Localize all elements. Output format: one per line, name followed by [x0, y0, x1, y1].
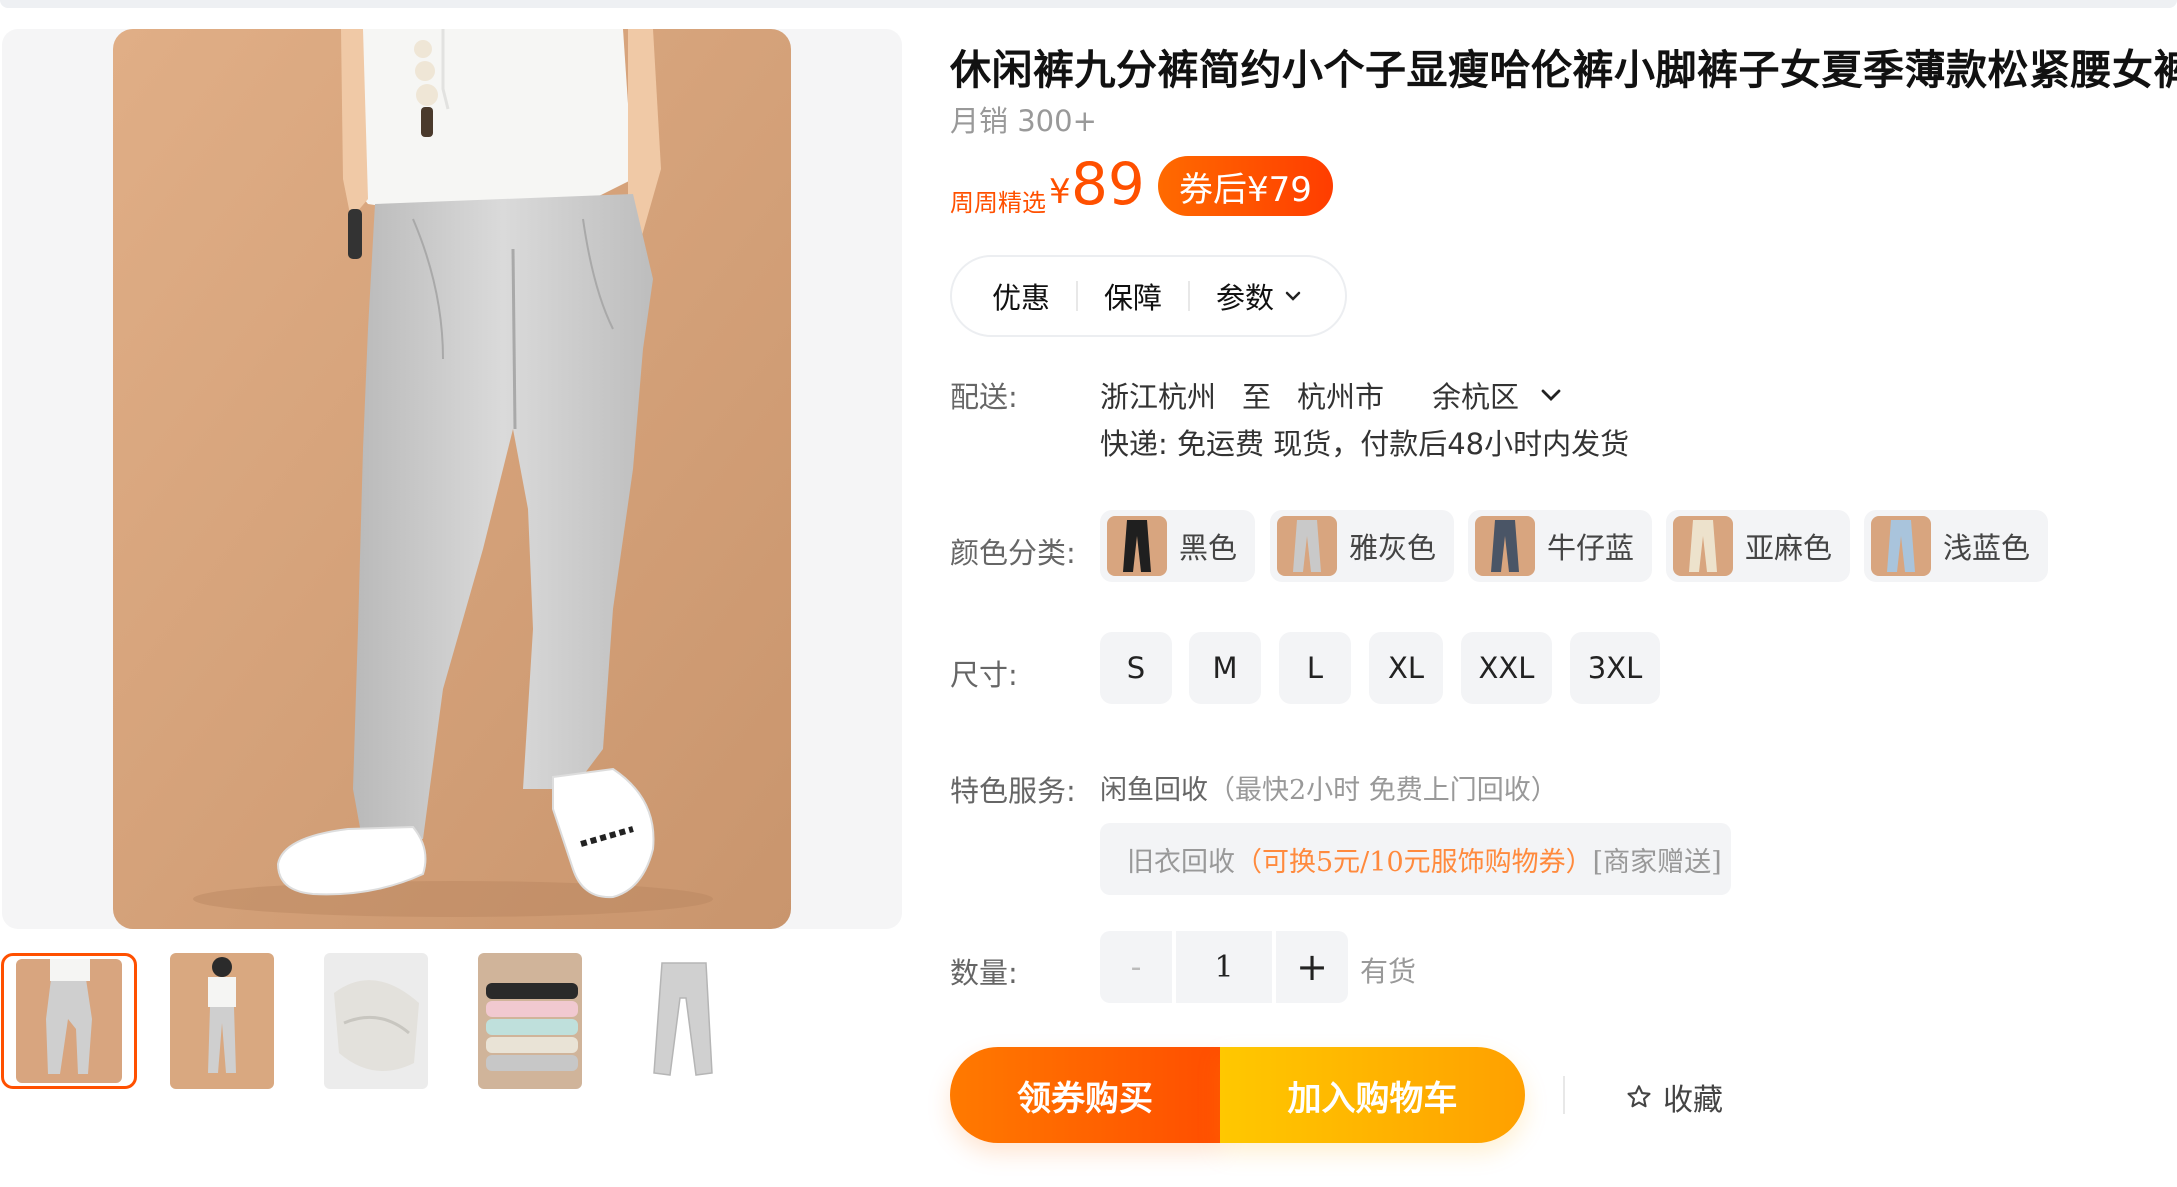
main-product-image[interactable]	[113, 29, 791, 929]
thumbnail-4[interactable]	[462, 953, 598, 1089]
delivery-detail: 快递: 免运费 现货，付款后48小时内发货	[1100, 427, 1630, 461]
delivery-district-select[interactable]: 余杭区	[1432, 374, 1519, 416]
tab-guarantee[interactable]: 保障	[1104, 275, 1162, 317]
size-option-l[interactable]: L	[1279, 632, 1351, 704]
color-swatch	[1475, 516, 1535, 576]
thumbnail-image	[170, 953, 274, 1089]
service-note: （最快2小时 免费上门回收）	[1208, 775, 1558, 806]
color-option-light-blue[interactable]: 浅蓝色	[1864, 510, 2049, 582]
size-label: 尺寸:	[950, 658, 1018, 692]
tab-divider	[1076, 281, 1079, 311]
recycle-suffix: [商家赠送]	[1592, 846, 1722, 878]
color-option-label: 牛仔蓝	[1547, 531, 1635, 565]
action-divider	[1563, 1076, 1565, 1114]
delivery-city-select[interactable]: 杭州市	[1297, 374, 1384, 416]
delivery-label: 配送:	[950, 380, 1018, 414]
color-option-black[interactable]: 黑色	[1100, 510, 1256, 582]
color-option-label: 浅蓝色	[1943, 531, 2031, 565]
color-swatch	[1673, 516, 1733, 576]
color-label: 颜色分类:	[950, 536, 1076, 570]
info-tabs: 优惠 保障 参数	[950, 255, 1347, 337]
coupon-buy-button[interactable]: 领券购买	[950, 1047, 1220, 1143]
recycle-prefix: 旧衣回收	[1127, 846, 1235, 878]
color-option-denim-blue[interactable]: 牛仔蓝	[1468, 510, 1653, 582]
recycle-offer: （可换5元/10元服饰购物券）	[1235, 846, 1593, 878]
favorite-label: 收藏	[1663, 1083, 1723, 1118]
tab-discount[interactable]: 优惠	[992, 275, 1050, 317]
size-option-s[interactable]: S	[1100, 632, 1172, 704]
color-option-label: 黑色	[1179, 531, 1238, 565]
favorite-button[interactable]: 收藏	[1625, 1075, 1723, 1119]
add-to-cart-button[interactable]: 加入购物车	[1220, 1047, 1525, 1143]
quantity-label: 数量:	[950, 956, 1018, 990]
quantity-input[interactable]: 1	[1176, 931, 1272, 1003]
thumbnail-image	[324, 953, 428, 1089]
size-option-m[interactable]: M	[1189, 632, 1261, 704]
price-value: 89	[1071, 150, 1145, 218]
tab-divider	[1188, 281, 1191, 311]
color-swatch	[1871, 516, 1931, 576]
size-option-xl[interactable]: XL	[1369, 632, 1443, 704]
delivery-from: 浙江杭州	[1100, 380, 1217, 414]
service-recycle[interactable]: 闲鱼回收（最快2小时 免费上门回收）	[1100, 768, 1558, 807]
stock-status: 有货	[1360, 955, 1417, 988]
clothes-recycle-option[interactable]: 旧衣回收 （可换5元/10元服饰购物券） [商家赠送]	[1100, 823, 1731, 895]
chevron-down-icon	[1285, 291, 1301, 301]
product-title: 休闲裤九分裤简约小个子显瘦哈伦裤小脚裤子女夏季薄款松紧腰女裤	[950, 46, 2177, 94]
price-tag-label: 周周精选	[950, 189, 1046, 217]
color-option-label: 雅灰色	[1349, 531, 1437, 565]
chevron-down-icon[interactable]	[1537, 381, 1565, 409]
service-label: 特色服务:	[950, 774, 1076, 808]
thumbnail-5[interactable]	[616, 953, 752, 1089]
delivery-to-word: 至	[1242, 380, 1272, 414]
thumbnail-1[interactable]	[1, 953, 137, 1089]
delivery-route: 浙江杭州 至 杭州市 余杭区	[1100, 374, 1565, 416]
thumbnail-2[interactable]	[154, 953, 290, 1089]
thumbnail-3[interactable]	[308, 953, 444, 1089]
thumbnail-image	[478, 953, 582, 1089]
main-image-frame	[2, 29, 902, 929]
top-bar	[0, 0, 2177, 8]
coupon-price-badge[interactable]: 券后¥79	[1158, 156, 1333, 216]
color-swatch	[1107, 516, 1167, 576]
service-name: 闲鱼回收	[1100, 775, 1208, 806]
monthly-sales: 月销 300+	[950, 104, 1097, 138]
color-option-linen[interactable]: 亚麻色	[1666, 510, 1851, 582]
price-currency: ¥	[1049, 172, 1071, 212]
size-option-xxl[interactable]: XXL	[1461, 632, 1552, 704]
quantity-increase-button[interactable]: +	[1276, 931, 1348, 1003]
size-option-3xl[interactable]: 3XL	[1570, 632, 1660, 704]
thumbnail-image	[632, 953, 736, 1089]
color-option-grey[interactable]: 雅灰色	[1270, 510, 1455, 582]
star-icon	[1627, 1085, 1651, 1108]
tab-parameters[interactable]: 参数	[1216, 275, 1304, 317]
color-swatch	[1277, 516, 1337, 576]
color-option-label: 亚麻色	[1745, 531, 1833, 565]
quantity-decrease-button[interactable]: -	[1100, 931, 1172, 1003]
thumbnail-image	[16, 959, 122, 1083]
